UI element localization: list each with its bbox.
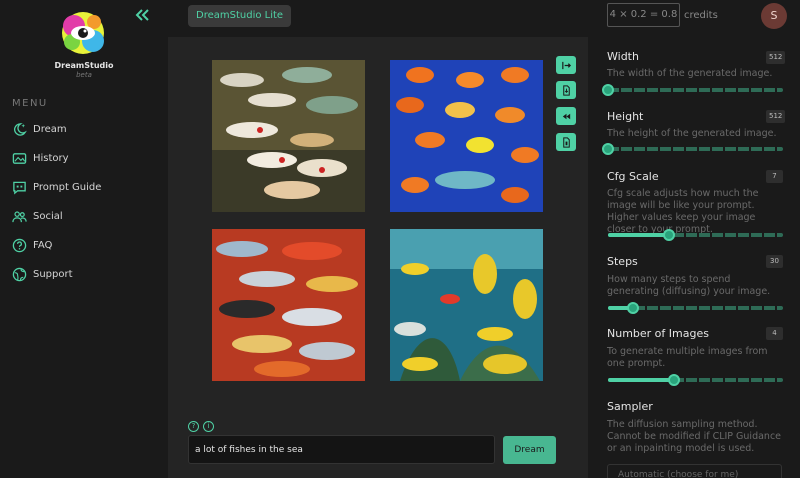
sampler-select[interactable]: Automatic (choose for me) xyxy=(607,464,782,478)
prompt-input[interactable] xyxy=(188,435,495,464)
cfg-scale-value[interactable]: 7 xyxy=(766,170,783,183)
copy-file-icon xyxy=(562,136,570,148)
number-of-images-description: To generate multiple images from one pro… xyxy=(607,346,768,369)
brand-sub: beta xyxy=(76,71,92,79)
collapse-sidebar-icon[interactable] xyxy=(133,6,151,24)
question-icon[interactable]: ? xyxy=(188,421,199,432)
slider-knob[interactable] xyxy=(626,302,639,314)
sidebar-item-prompt-guide[interactable]: Prompt Guide xyxy=(12,178,101,196)
generated-image-4[interactable] xyxy=(390,229,543,381)
height-description: The height of the generated image. xyxy=(607,128,777,139)
question-circle-icon xyxy=(12,238,27,252)
steps-description: How many steps to spend generating (diff… xyxy=(607,274,771,297)
export-icon xyxy=(561,61,571,69)
sidebar-item-label: Support xyxy=(33,268,73,280)
menu-heading: MENU xyxy=(12,98,48,109)
settings-panel: Width 512 The width of the generated ima… xyxy=(588,37,800,478)
image-gallery-icon xyxy=(12,152,27,164)
export-button[interactable] xyxy=(556,56,576,74)
number-of-images-value[interactable]: 4 xyxy=(766,327,783,340)
sidebar-item-faq[interactable]: FAQ xyxy=(12,236,52,254)
height-slider[interactable] xyxy=(602,143,783,155)
rewind-button[interactable] xyxy=(556,107,576,125)
sidebar-item-label: Prompt Guide xyxy=(33,181,102,193)
download-file-icon xyxy=(562,84,570,96)
width-label: Width xyxy=(607,50,639,63)
sidebar: DreamStudio beta MENU Dream History Prom… xyxy=(0,0,168,478)
cfg-scale-label: Cfg Scale xyxy=(607,170,659,183)
brand-name: DreamStudio xyxy=(54,61,114,70)
sidebar-item-label: Dream xyxy=(33,123,67,135)
number-of-images-slider[interactable] xyxy=(608,374,783,386)
sidebar-item-social[interactable]: Social xyxy=(12,207,63,225)
credits-cost: 4 × 0.2 = 0.8 xyxy=(607,3,680,27)
slider-knob[interactable] xyxy=(667,374,680,386)
steps-value[interactable]: 30 xyxy=(766,255,783,268)
moon-sparkle-icon xyxy=(13,122,27,136)
sampler-label: Sampler xyxy=(607,400,653,413)
dreamstudio-logo[interactable] xyxy=(58,8,108,58)
sidebar-item-label: History xyxy=(33,152,69,164)
width-description: The width of the generated image. xyxy=(607,68,773,79)
fish-image-thumbnail xyxy=(390,229,543,381)
sidebar-item-label: Social xyxy=(33,210,63,222)
rewind-icon xyxy=(562,113,570,119)
height-label: Height xyxy=(607,110,644,123)
slider-knob[interactable] xyxy=(663,229,676,241)
fish-image-thumbnail xyxy=(212,229,365,381)
cfg-scale-slider[interactable] xyxy=(608,229,783,241)
sampler-description: The diffusion sampling method. Cannot be… xyxy=(607,419,782,454)
slider-knob[interactable] xyxy=(602,84,614,96)
generated-image-3[interactable] xyxy=(212,229,365,381)
credits-label: credits xyxy=(684,10,718,21)
steps-slider[interactable] xyxy=(608,302,783,314)
sidebar-item-history[interactable]: History xyxy=(12,149,69,167)
number-of-images-label: Number of Images xyxy=(607,327,709,340)
prompt-help-icons: ? i xyxy=(188,421,214,432)
quote-bubble-icon xyxy=(13,181,26,195)
generated-image-2[interactable] xyxy=(390,60,543,212)
sidebar-item-dream[interactable]: Dream xyxy=(12,120,67,138)
info-icon[interactable]: i xyxy=(203,421,214,432)
download-button[interactable] xyxy=(556,81,576,99)
width-slider[interactable] xyxy=(602,84,783,96)
fish-image-thumbnail xyxy=(212,60,365,212)
app-version-pill[interactable]: DreamStudio Lite xyxy=(188,5,292,27)
user-avatar[interactable]: S xyxy=(761,3,787,29)
sidebar-item-support[interactable]: Support xyxy=(12,265,73,283)
steps-label: Steps xyxy=(607,255,638,268)
generated-image-1[interactable] xyxy=(212,60,365,212)
people-icon xyxy=(12,210,27,222)
sidebar-item-label: FAQ xyxy=(33,239,53,251)
copy-button[interactable] xyxy=(556,133,576,151)
fish-image-thumbnail xyxy=(390,60,543,212)
width-value[interactable]: 512 xyxy=(766,51,786,64)
dream-button[interactable]: Dream xyxy=(503,436,556,464)
height-value[interactable]: 512 xyxy=(766,110,786,123)
globe-icon xyxy=(12,267,27,281)
slider-knob[interactable] xyxy=(602,143,614,155)
